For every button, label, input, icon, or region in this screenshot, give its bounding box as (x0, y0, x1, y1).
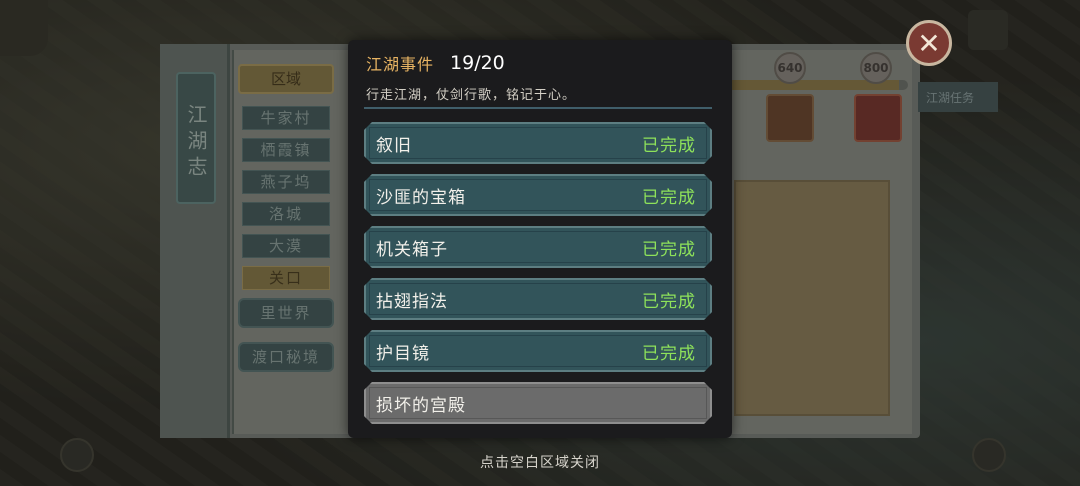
event-row[interactable]: 拈翅指法 已完成 (364, 278, 712, 320)
event-status: 已完成 (642, 135, 696, 156)
event-status: 已完成 (642, 239, 696, 260)
modal-subtitle: 行走江湖，仗剑行歌，铭记于心。 (366, 88, 577, 103)
event-name: 损坏的宫殿 (376, 395, 466, 416)
event-row[interactable]: 机关箱子 已完成 (364, 226, 712, 268)
event-row-pending[interactable]: 损坏的宫殿 (364, 382, 712, 424)
event-row[interactable]: 护目镜 已完成 (364, 330, 712, 372)
modal-header: 江湖事件 19/20 (366, 50, 505, 76)
event-status: 已完成 (642, 187, 696, 208)
event-list: 叙旧 已完成 沙匪的宝箱 已完成 机关箱子 已完成 拈翅指法 已完成 护目镜 已… (364, 122, 714, 434)
jianghu-events-modal: 江湖事件 19/20 行走江湖，仗剑行歌，铭记于心。 叙旧 已完成 沙匪的宝箱 … (348, 40, 732, 438)
event-status: 已完成 (642, 291, 696, 312)
modal-title: 江湖事件 (366, 55, 435, 74)
event-name: 拈翅指法 (376, 291, 448, 312)
event-name: 机关箱子 (376, 239, 448, 260)
event-row[interactable]: 叙旧 已完成 (364, 122, 712, 164)
event-name: 护目镜 (376, 343, 430, 364)
event-name: 叙旧 (376, 135, 412, 156)
close-icon: ✕ (917, 26, 941, 60)
close-hint: 点击空白区域关闭 (480, 455, 600, 471)
event-count: 19/20 (450, 52, 505, 74)
divider (364, 107, 712, 109)
event-name: 沙匪的宝箱 (376, 187, 466, 208)
event-status: 已完成 (642, 343, 696, 364)
event-row[interactable]: 沙匪的宝箱 已完成 (364, 174, 712, 216)
close-button[interactable]: ✕ (906, 20, 952, 66)
